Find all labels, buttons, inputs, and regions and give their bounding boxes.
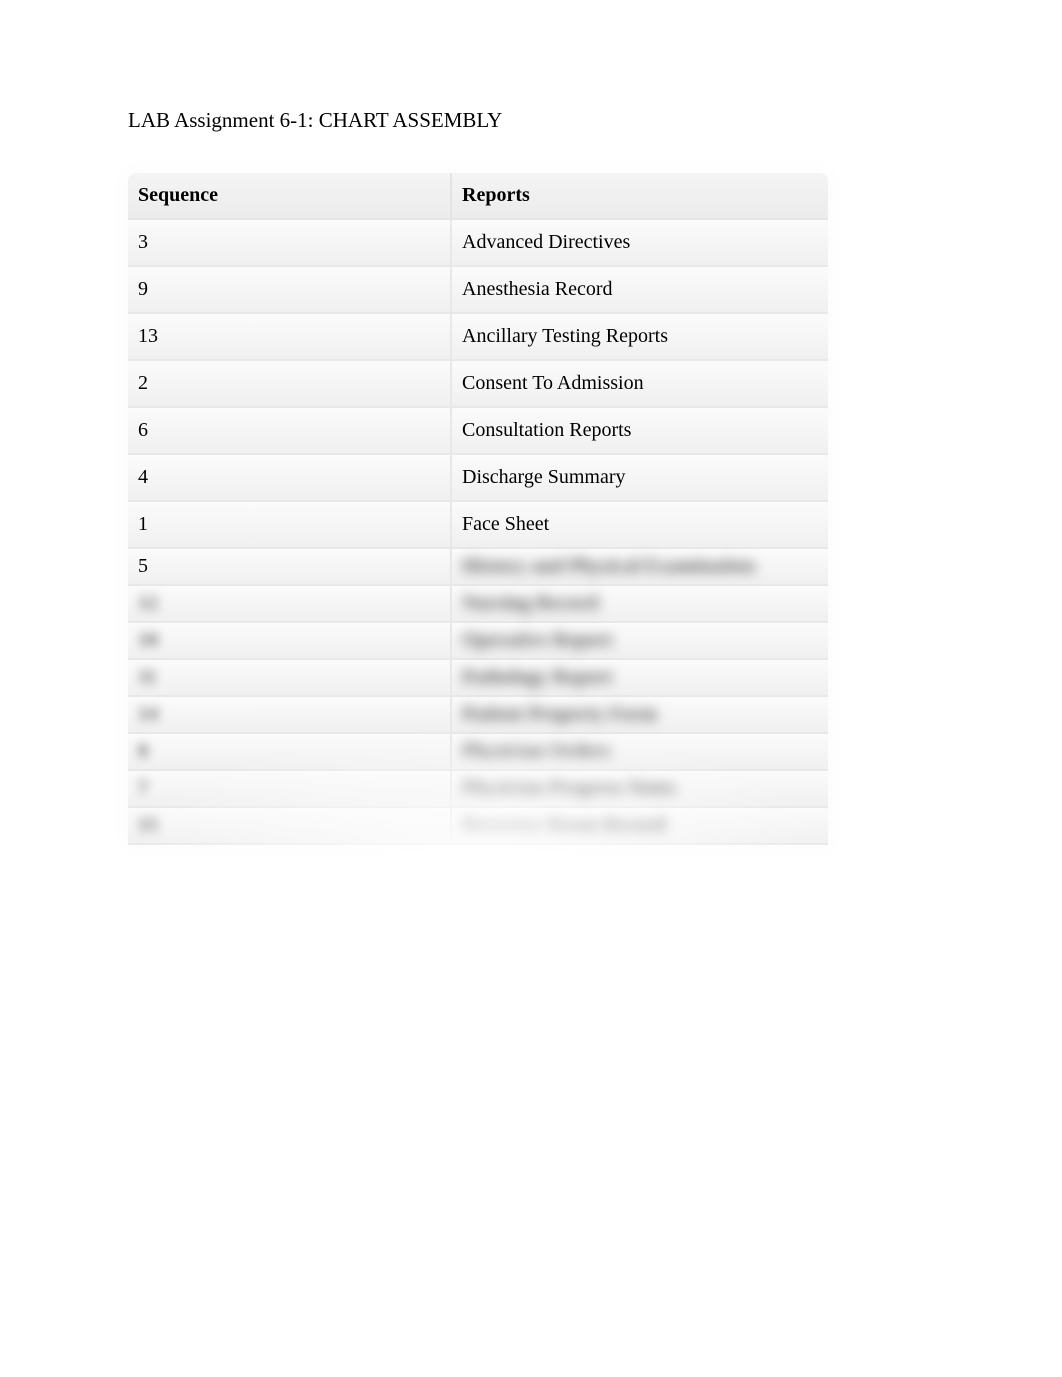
table-row: 3Advanced Directives	[128, 220, 828, 267]
sequence-cell: 9	[128, 267, 452, 314]
report-cell: Pathology Report	[452, 660, 828, 697]
sequence-cell: 11	[128, 660, 452, 697]
sequence-value: 15	[138, 814, 158, 837]
sequence-value: 10	[138, 629, 158, 652]
table-row: 2Consent To Admission	[128, 361, 828, 408]
report-value: Recovery Room Record	[462, 814, 665, 837]
col-header-sequence: Sequence	[128, 173, 452, 220]
sequence-cell: 1	[128, 502, 452, 549]
report-cell: Nursing Record	[452, 586, 828, 623]
report-value: Physician Progress Notes	[462, 777, 676, 800]
report-value: Nursing Record	[462, 592, 598, 615]
table-row: 14 Patient Property Form	[128, 697, 828, 734]
table-row: 4Discharge Summary	[128, 455, 828, 502]
table-row: 8 Physician Orders	[128, 734, 828, 771]
sequence-value: 11	[138, 666, 157, 689]
report-cell: Consent To Admission	[452, 361, 828, 408]
table-row: 15 Recovery Room Record	[128, 808, 828, 845]
sequence-value: 14	[138, 703, 158, 726]
sequence-cell: 15	[128, 808, 452, 845]
report-cell: Face Sheet	[452, 502, 828, 549]
table-header-row: Sequence Reports	[128, 173, 828, 220]
report-cell: Physician Orders	[452, 734, 828, 771]
table-row: 7 Physician Progress Notes	[128, 771, 828, 808]
report-cell: Physician Progress Notes	[452, 771, 828, 808]
sequence-cell: 6	[128, 408, 452, 455]
page-title: LAB Assignment 6-1: CHART ASSEMBLY	[128, 108, 1062, 133]
sequence-cell: 5	[128, 549, 452, 586]
sequence-cell: 2	[128, 361, 452, 408]
table-row: 1Face Sheet	[128, 502, 828, 549]
sequence-cell: 14	[128, 697, 452, 734]
table-row: 10 Operative Report	[128, 623, 828, 660]
table-row: 12 Nursing Record	[128, 586, 828, 623]
table-row: 9Anesthesia Record	[128, 267, 828, 314]
table-row: 5 History and Physical Examination	[128, 549, 828, 586]
sequence-cell: 3	[128, 220, 452, 267]
report-value: Pathology Report	[462, 666, 613, 689]
sequence-cell: 12	[128, 586, 452, 623]
sequence-value: 8	[138, 740, 148, 763]
report-value: History and Physical Examination	[462, 555, 755, 578]
report-cell: History and Physical Examination	[452, 549, 828, 586]
sequence-cell: 4	[128, 455, 452, 502]
report-cell: Ancillary Testing Reports	[452, 314, 828, 361]
table-row: 6Consultation Reports	[128, 408, 828, 455]
sequence-cell: 7	[128, 771, 452, 808]
report-cell: Discharge Summary	[452, 455, 828, 502]
report-cell: Anesthesia Record	[452, 267, 828, 314]
report-cell: Consultation Reports	[452, 408, 828, 455]
sequence-cell: 10	[128, 623, 452, 660]
report-cell: Recovery Room Record	[452, 808, 828, 845]
col-header-reports: Reports	[452, 173, 828, 220]
report-value: Patient Property Form	[462, 703, 657, 726]
sequence-value: 12	[138, 592, 158, 615]
sequence-value: 7	[138, 777, 148, 800]
report-cell: Advanced Directives	[452, 220, 828, 267]
table-row: 11 Pathology Report	[128, 660, 828, 697]
report-value: Operative Report	[462, 629, 613, 652]
chart-assembly-table: Sequence Reports 3Advanced Directives9An…	[128, 173, 828, 845]
report-cell: Operative Report	[452, 623, 828, 660]
report-value: Physician Orders	[462, 740, 610, 763]
table-row: 13Ancillary Testing Reports	[128, 314, 828, 361]
sequence-cell: 8	[128, 734, 452, 771]
report-cell: Patient Property Form	[452, 697, 828, 734]
sequence-cell: 13	[128, 314, 452, 361]
